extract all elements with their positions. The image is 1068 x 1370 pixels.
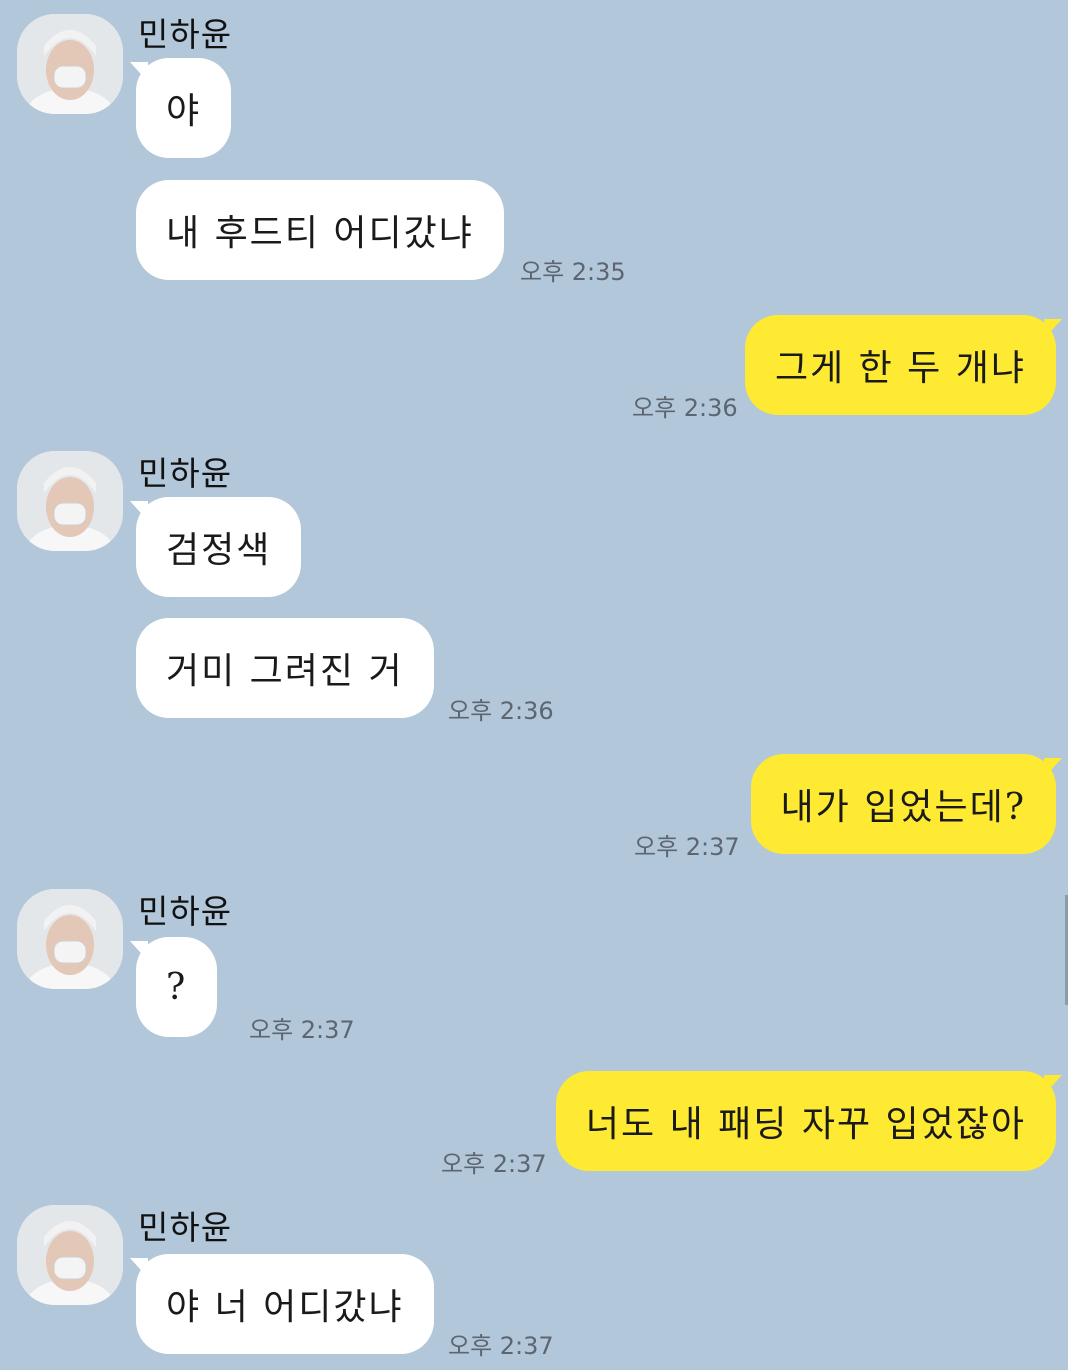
message-time: 오후 2:36 <box>448 697 554 725</box>
sender-avatar[interactable] <box>17 451 123 551</box>
incoming-message[interactable]: 거미 그려진 거 <box>136 618 434 718</box>
incoming-message[interactable]: ? <box>136 937 218 1037</box>
incoming-message[interactable]: 야 <box>136 58 232 158</box>
sender-name: 민하윤 <box>138 1208 233 1247</box>
message-time: 오후 2:37 <box>634 833 740 861</box>
outgoing-message[interactable]: 너도 내 패딩 자꾸 입었잖아 <box>555 1071 1056 1171</box>
incoming-message[interactable]: 검정색 <box>136 497 302 597</box>
sender-name: 민하윤 <box>138 454 233 493</box>
message-time: 오후 2:37 <box>448 1332 554 1360</box>
sender-name: 민하윤 <box>138 15 233 54</box>
outgoing-message[interactable]: 내가 입었는데? <box>750 754 1056 854</box>
message-time: 오후 2:37 <box>249 1016 355 1044</box>
incoming-message[interactable]: 야 너 어디갔냐 <box>136 1254 434 1354</box>
sender-avatar[interactable] <box>17 14 123 114</box>
incoming-message[interactable]: 내 후드티 어디갔냐 <box>136 180 504 280</box>
sender-avatar[interactable] <box>17 1205 123 1305</box>
sender-avatar[interactable] <box>17 889 123 989</box>
message-time: 오후 2:37 <box>441 1150 547 1178</box>
message-time: 오후 2:35 <box>520 258 626 286</box>
sender-name: 민하윤 <box>138 892 233 931</box>
outgoing-message[interactable]: 그게 한 두 개냐 <box>744 315 1056 415</box>
message-time: 오후 2:36 <box>632 394 738 422</box>
